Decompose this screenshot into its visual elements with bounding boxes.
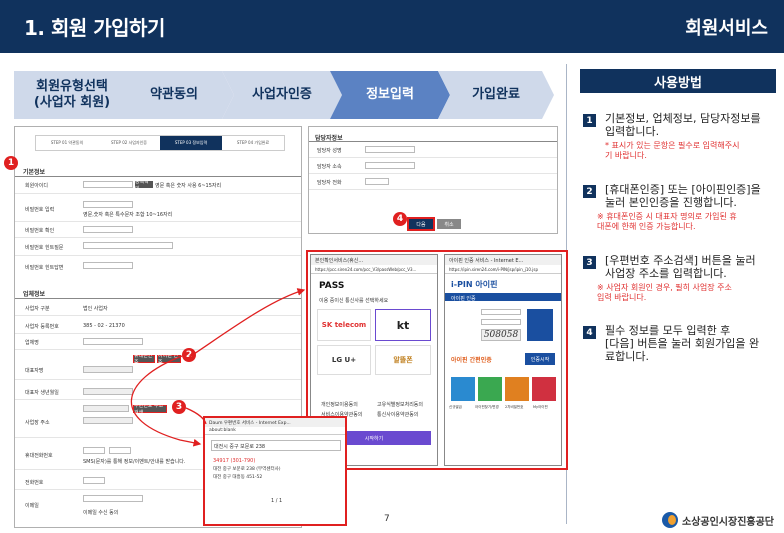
- org-logo: 소상공인시장진흥공단: [662, 512, 774, 528]
- page-number: 7: [384, 514, 390, 524]
- org-logo-icon: [662, 512, 678, 528]
- connector-arrows: [130, 288, 306, 447]
- arrow-to-zip: [130, 355, 202, 447]
- arrow-zip-link: [185, 407, 207, 425]
- org-name: 소상공인시장진흥공단: [682, 516, 774, 528]
- arrow-to-cert: [187, 288, 306, 359]
